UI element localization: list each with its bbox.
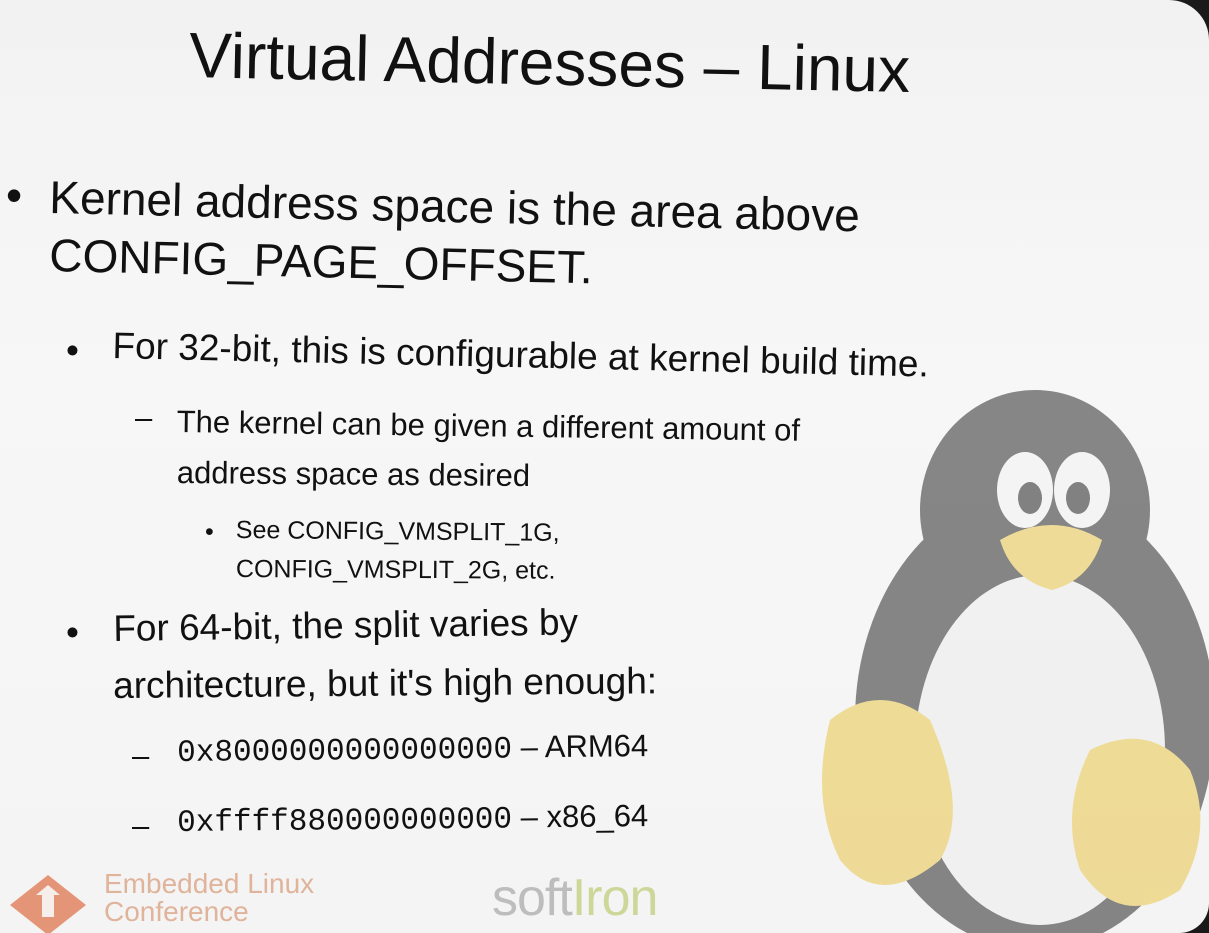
elc-logo-line1: Embedded Linux bbox=[104, 868, 315, 899]
bullet-text: For 32-bit, this is configurable at kern… bbox=[112, 325, 930, 385]
bullet-marker: – bbox=[132, 808, 150, 843]
address-arch: – x86_64 bbox=[511, 798, 649, 835]
address-line-x86-64: 0xffff880000000000 – x86_64 bbox=[177, 798, 648, 841]
bullet-marker: • bbox=[66, 612, 79, 653]
bullet-text: CONFIG_PAGE_OFFSET. bbox=[48, 228, 594, 294]
address-arch: – ARM64 bbox=[511, 728, 649, 765]
address-code: 0xffff880000000000 bbox=[177, 802, 513, 841]
bullet-text: architecture, but it's high enough: bbox=[113, 660, 658, 706]
bullet-text: address space as desired bbox=[176, 455, 531, 494]
bullet-text: For 64-bit, the split varies by bbox=[113, 601, 579, 649]
softiron-logo-iron: Iron bbox=[571, 869, 659, 927]
bullet-marker: – bbox=[135, 400, 153, 435]
softiron-logo-soft: soft bbox=[492, 869, 573, 927]
bullet-marker: • bbox=[66, 330, 79, 371]
bullet-text: See CONFIG_VMSPLIT_1G, bbox=[235, 516, 560, 547]
bullet-text: CONFIG_VMSPLIT_2G, etc. bbox=[235, 555, 556, 585]
address-code: 0x8000000000000000 bbox=[177, 732, 513, 771]
tux-penguin-icon bbox=[822, 390, 1209, 933]
slide-title: Virtual Addresses – Linux bbox=[188, 18, 911, 107]
bullet-marker: • bbox=[6, 169, 23, 221]
softiron-logo: softIron bbox=[492, 868, 659, 928]
elc-logo-text: Embedded Linux Conference bbox=[104, 870, 314, 926]
elc-logo-line2: Conference bbox=[104, 896, 249, 927]
bullet-text: The kernel can be given a different amou… bbox=[176, 404, 801, 448]
slide: Virtual Addresses – Linux • Kernel addre… bbox=[0, 0, 1209, 933]
bullet-marker: – bbox=[132, 738, 150, 773]
address-line-arm64: 0x8000000000000000 – ARM64 bbox=[177, 728, 648, 771]
bullet-marker: • bbox=[205, 518, 214, 546]
